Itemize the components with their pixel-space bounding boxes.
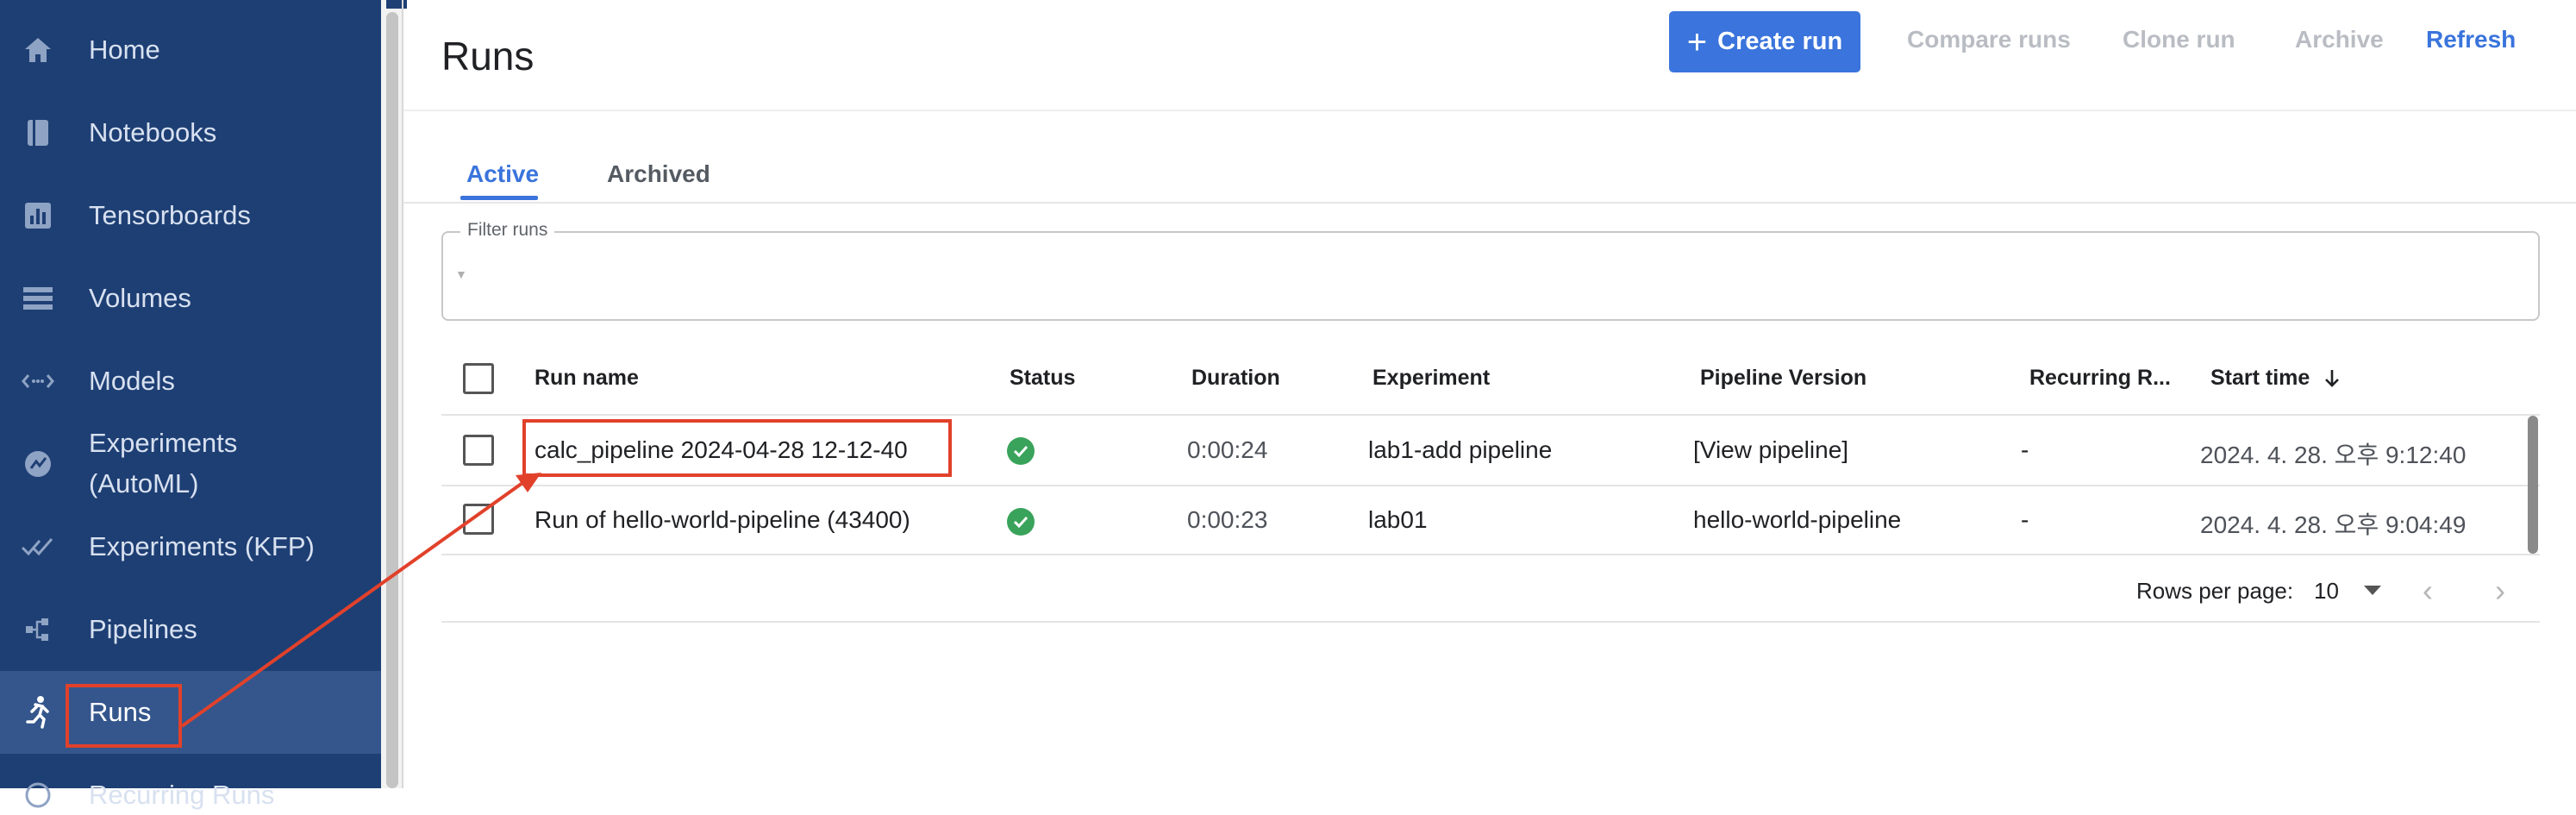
run-start-time: 2024. 4. 28. 오후 9:12:40	[2200, 442, 2467, 468]
home-icon	[21, 33, 55, 67]
compare-runs-button[interactable]: Compare runs	[1907, 26, 2071, 53]
plus-icon: +	[1686, 22, 1708, 61]
code-arrows-icon	[21, 364, 55, 398]
done-all-icon	[21, 530, 55, 564]
sidebar-item-recurring-runs[interactable]: Recurring Runs	[0, 774, 381, 815]
run-experiment-link[interactable]: lab1-add pipeline	[1368, 436, 1552, 464]
sidebar-item-label: Notebooks	[89, 117, 217, 147]
sidebar-item-notebooks[interactable]: Notebooks	[0, 112, 381, 153]
sidebar-item-experiments-automl[interactable]: Experiments (AutoML)	[0, 423, 381, 505]
header-divider	[403, 110, 2576, 111]
sidebar-item-label: Experiments	[89, 428, 238, 458]
run-pipeline-version-link[interactable]: hello-world-pipeline	[1693, 506, 1901, 534]
run-pipeline-version-link[interactable]: [View pipeline]	[1693, 436, 1848, 464]
filter-runs-input[interactable]	[441, 231, 2540, 321]
sidebar-item-home[interactable]: Home	[0, 29, 381, 70]
storage-icon	[21, 281, 55, 316]
run-duration: 0:00:23	[1187, 506, 1268, 533]
sidebar-item-label-line2: (AutoML)	[89, 468, 199, 498]
run-duration: 0:00:24	[1187, 436, 1268, 463]
column-header-recurring-run[interactable]: Recurring R...	[2029, 366, 2171, 391]
page-title: Runs	[441, 34, 535, 78]
refresh-button[interactable]: Refresh	[2426, 26, 2516, 53]
pipeline-icon	[21, 612, 55, 647]
main-content: Runs + Create run Compare runs Clone run…	[403, 0, 2576, 788]
column-header-start-time[interactable]: Start time	[2210, 366, 2340, 391]
start-time-header-label: Start time	[2210, 366, 2310, 390]
run-recurring-run: -	[2021, 506, 2029, 533]
bar-chart-icon	[21, 198, 55, 233]
column-header-status[interactable]: Status	[1010, 366, 1075, 391]
column-header-duration[interactable]: Duration	[1191, 366, 1280, 391]
filter-icon: ▼	[455, 267, 467, 281]
rows-per-page-select[interactable]: 10	[2314, 578, 2339, 605]
tab-archived[interactable]: Archived	[607, 160, 710, 188]
sidebar-item-pipelines[interactable]: Pipelines	[0, 609, 381, 649]
sidebar-item-volumes[interactable]: Volumes	[0, 278, 381, 318]
create-run-button[interactable]: + Create run	[1669, 11, 1860, 72]
status-success-icon	[1007, 437, 1035, 465]
rows-per-page-label: Rows per page:	[2136, 578, 2294, 604]
select-all-checkbox[interactable]	[463, 363, 494, 394]
status-success-icon	[1007, 508, 1035, 536]
table-scrollbar-thumb[interactable]	[2528, 416, 2538, 554]
sort-descending-icon	[2324, 366, 2340, 391]
column-header-run-name[interactable]: Run name	[535, 366, 639, 391]
tabs-divider	[403, 202, 2576, 204]
create-run-label: Create run	[1717, 28, 1843, 55]
table-bottom-divider	[441, 621, 2540, 623]
sidebar-item-tensorboards[interactable]: Tensorboards	[0, 195, 381, 235]
sidebar-item-label: Recurring Runs	[89, 780, 275, 810]
tab-active[interactable]: Active	[466, 160, 539, 188]
notebook-icon	[21, 116, 55, 150]
row-divider	[441, 554, 2540, 555]
sidebar-item-experiments-kfp[interactable]: Experiments (KFP)	[0, 526, 381, 567]
clone-run-button[interactable]: Clone run	[2123, 26, 2235, 53]
sidebar-item-models[interactable]: Models	[0, 360, 381, 401]
highlight-box-run-name	[522, 419, 952, 477]
recurring-icon	[21, 778, 55, 812]
sidebar-item-label: Pipelines	[89, 614, 197, 644]
column-header-pipeline-version[interactable]: Pipeline Version	[1700, 366, 1866, 391]
column-header-experiment[interactable]: Experiment	[1372, 366, 1490, 391]
run-recurring-run: -	[2021, 436, 2029, 463]
run-start-time: 2024. 4. 28. 오후 9:04:49	[2200, 511, 2467, 538]
chevron-down-icon[interactable]	[2364, 586, 2381, 595]
previous-page-icon[interactable]: ‹	[2423, 573, 2433, 609]
run-icon	[21, 695, 55, 730]
sidebar-item-label: Home	[89, 34, 160, 65]
row-checkbox[interactable]	[463, 435, 494, 466]
filter-runs-label: Filter runs	[460, 220, 555, 241]
active-tab-indicator	[460, 196, 538, 200]
sidebar-scrollbar-thumb[interactable]	[386, 12, 398, 788]
next-page-icon[interactable]: ›	[2495, 573, 2505, 609]
sidebar-item-label: Experiments (KFP)	[89, 531, 315, 561]
archive-button[interactable]: Archive	[2295, 26, 2384, 53]
run-name-link[interactable]: Run of hello-world-pipeline (43400)	[535, 506, 910, 534]
sidebar: Home Notebooks Tensorboards Volumes Mode…	[0, 0, 381, 810]
row-divider	[441, 485, 2540, 486]
sidebar-item-label: Volumes	[89, 283, 191, 313]
sidebar-item-runs[interactable]: Runs	[0, 671, 381, 754]
automl-icon	[21, 447, 55, 481]
row-checkbox[interactable]	[463, 504, 494, 535]
sidebar-item-label: Tensorboards	[89, 200, 251, 230]
row-divider	[441, 414, 2540, 416]
sidebar-item-label: Models	[89, 366, 175, 396]
highlight-box-runs-nav	[66, 684, 182, 748]
run-experiment-link[interactable]: lab01	[1368, 506, 1428, 534]
